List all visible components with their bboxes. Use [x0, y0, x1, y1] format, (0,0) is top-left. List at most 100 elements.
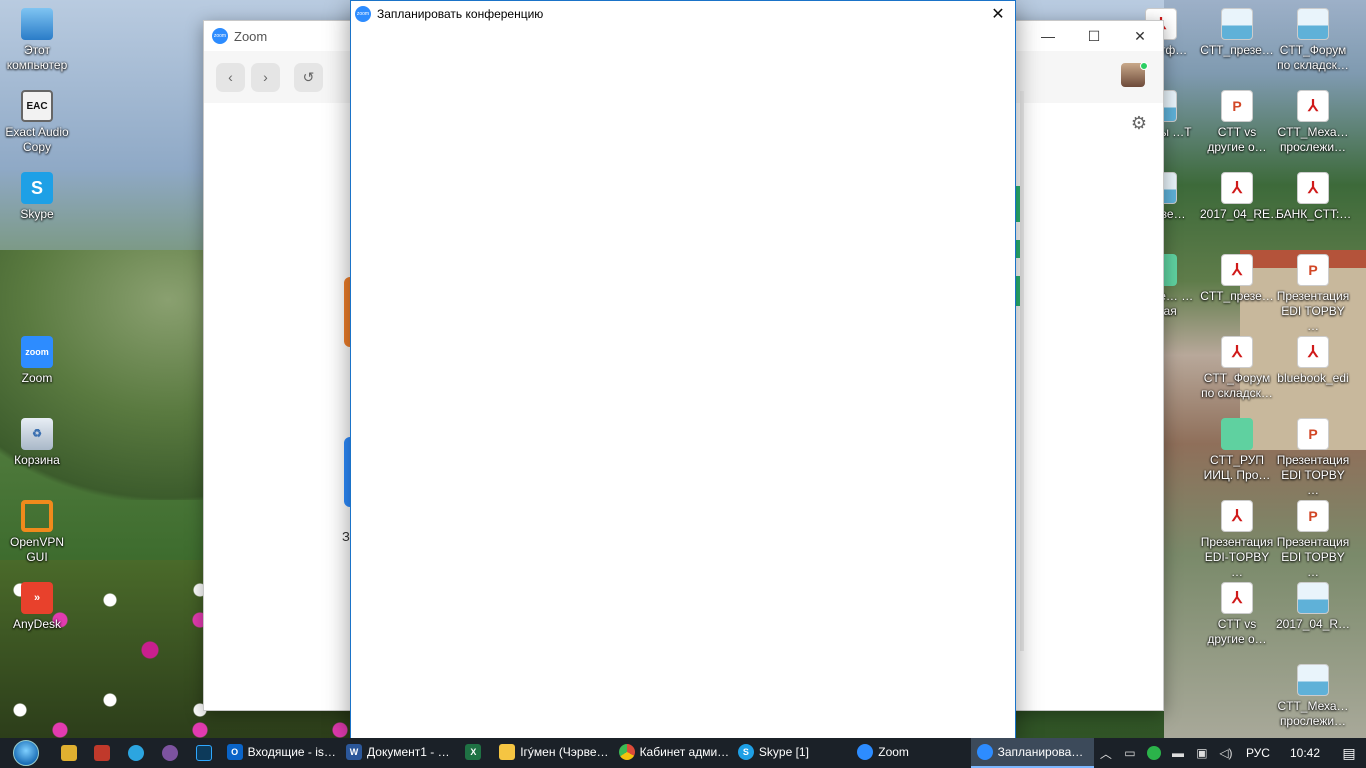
- desktop-icon-label: CTT vs другие о…: [1207, 125, 1267, 154]
- viber-icon: [161, 745, 178, 761]
- desktop-file-icon[interactable]: ⅄ 2017_04_RE…: [1200, 172, 1283, 222]
- desktop-icon-anydesk[interactable]: » AnyDesk: [0, 582, 74, 632]
- ppt-file-icon: P: [1297, 254, 1329, 286]
- taskbar-item-label: Skype [1]: [758, 745, 809, 759]
- online-status-icon: [1140, 62, 1148, 70]
- gear-icon[interactable]: ⚙: [1131, 113, 1147, 134]
- desktop-file-icon[interactable]: CTT_Форум по складск…: [1276, 8, 1350, 73]
- desktop-file-icon[interactable]: ⅄ Презентация EDI-TOPBY …: [1200, 500, 1274, 580]
- desktop-icon-label: CTT vs другие о…: [1207, 617, 1267, 646]
- taskbar-item-label: Zoom: [878, 745, 909, 759]
- taskbar-item-label: Кабинет адми…: [639, 745, 730, 759]
- quick-launch-item[interactable]: [85, 738, 119, 768]
- chevron-up-icon[interactable]: ︿: [1094, 738, 1118, 768]
- update-icon[interactable]: [1142, 738, 1166, 768]
- pdf-file-icon: ⅄: [1221, 500, 1253, 532]
- word-icon: W: [346, 744, 363, 760]
- quick-launch-item[interactable]: [119, 738, 153, 768]
- history-icon[interactable]: ↺: [294, 62, 323, 92]
- taskbar-item-excel[interactable]: X: [459, 738, 493, 768]
- desktop-file-icon[interactable]: CTT_Меха… прослежи…: [1276, 664, 1350, 729]
- quick-launch-item[interactable]: [153, 738, 187, 768]
- green-file-icon: [1221, 418, 1253, 450]
- close-button[interactable]: ✕: [1117, 21, 1163, 51]
- desktop-file-icon[interactable]: ⅄ CTT_презе…: [1200, 254, 1274, 304]
- desktop-file-icon[interactable]: P Презентация EDI TOPBY …: [1276, 254, 1350, 334]
- zoom-logo-icon: zoom: [355, 6, 371, 22]
- desktop-icon-skype[interactable]: S Skype: [0, 172, 74, 222]
- taskbar-item-word[interactable]: W Документ1 - …: [340, 738, 459, 768]
- system-tray: ︿ ▭ ▬ ▣ ◁) РУС 10:42 ▤: [1094, 738, 1366, 768]
- taskbar-item-label: Документ1 - …: [367, 745, 450, 759]
- image-file-icon: [1221, 8, 1253, 40]
- desktop-file-icon[interactable]: CTT_презе…: [1200, 8, 1274, 58]
- scrollbar[interactable]: [1020, 91, 1024, 651]
- desktop-icon-this-pc[interactable]: Этот компьютер: [0, 8, 74, 73]
- language-indicator[interactable]: РУС: [1238, 746, 1278, 760]
- maximize-button[interactable]: ☐: [1071, 21, 1117, 51]
- desktop-icon-recycle-bin[interactable]: ♻ Корзина: [0, 418, 74, 468]
- desktop-file-icon[interactable]: ⅄ CTT vs другие о…: [1200, 582, 1274, 647]
- taskbar-item-folder[interactable]: Ігýмен (Чэрве…: [493, 738, 612, 768]
- desktop-icon-zoom[interactable]: zoom Zoom: [0, 336, 74, 386]
- zoom-app-icon: zoom: [21, 336, 53, 368]
- quick-launch-item[interactable]: [187, 738, 221, 768]
- chrome-icon: [618, 744, 635, 760]
- desktop-file-icon[interactable]: ⅄ CTT_Меха… прослежи…: [1276, 90, 1350, 155]
- photoshop-icon: [195, 745, 212, 761]
- quick-launch-item[interactable]: [52, 738, 86, 768]
- desktop-icon-label: CTT_презе…: [1200, 289, 1274, 303]
- clock[interactable]: 10:42: [1278, 746, 1332, 760]
- zoom-icon: [976, 744, 993, 760]
- desktop-icon-label: CTT_презе…: [1200, 43, 1274, 57]
- close-icon[interactable]: ✕: [987, 4, 1009, 24]
- desktop-icon-label: bluebook_edi: [1277, 371, 1349, 385]
- skype-icon: S: [21, 172, 53, 204]
- ppt-file-icon: P: [1221, 90, 1253, 122]
- ppt-file-icon: P: [1297, 418, 1329, 450]
- desktop-file-icon[interactable]: P Презентация EDI TOPBY …: [1276, 418, 1350, 498]
- pdf-file-icon: ⅄: [1297, 172, 1329, 204]
- desktop-file-icon[interactable]: P Презентация EDI TOPBY …: [1276, 500, 1350, 580]
- image-file-icon: [1297, 664, 1329, 696]
- taskbar-item-zoom[interactable]: Zoom: [851, 738, 970, 768]
- network-devices-icon[interactable]: ▭: [1118, 738, 1142, 768]
- pdf-file-icon: ⅄: [1221, 172, 1253, 204]
- zoom-icon: [857, 744, 874, 760]
- taskbar-item-skype[interactable]: S Skype [1]: [732, 738, 851, 768]
- forward-arrow-icon[interactable]: ›: [251, 62, 280, 92]
- desktop-icon-label: AnyDesk: [12, 617, 62, 631]
- folder-icon: [499, 744, 516, 760]
- taskbar: O Входящие - is… W Документ1 - … X Ігýме…: [0, 738, 1366, 768]
- desktop-file-icon[interactable]: CTT_РУП ИИЦ. Про…: [1200, 418, 1274, 483]
- desktop-icon-openvpn[interactable]: OpenVPN GUI: [0, 500, 74, 565]
- calendar-app-icon: [94, 745, 111, 761]
- outlook-icon: O: [226, 744, 243, 760]
- desktop-file-icon[interactable]: ⅄ БАНК_CTT:…: [1276, 172, 1351, 222]
- desktop-icon-label: Презентация EDI TOPBY …: [1276, 289, 1350, 333]
- desktop-icon-label: Этот компьютер: [6, 43, 68, 72]
- desktop-file-icon[interactable]: P CTT vs другие о…: [1200, 90, 1274, 155]
- desktop-file-icon[interactable]: ⅄ CTT_Форум по складск…: [1200, 336, 1274, 401]
- notifications-icon[interactable]: ▤: [1332, 745, 1366, 762]
- taskbar-item-schedule-meeting[interactable]: Запланирова…: [970, 738, 1094, 768]
- window-title: Zoom: [234, 28, 268, 44]
- desktop-file-icon[interactable]: ⅄ bluebook_edi: [1276, 336, 1350, 386]
- desktop-icon-label: Zoom: [21, 371, 53, 385]
- ppt-file-icon: P: [1297, 500, 1329, 532]
- image-file-icon: [1297, 582, 1329, 614]
- back-arrow-icon[interactable]: ‹: [216, 62, 245, 92]
- minimize-button[interactable]: —: [1025, 21, 1071, 51]
- taskbar-item-chrome[interactable]: Кабинет адми…: [613, 738, 732, 768]
- desktop-icon-exact-audio-copy[interactable]: EAC Exact Audio Copy: [0, 90, 74, 155]
- desktop-file-icon[interactable]: 2017_04_R…: [1276, 582, 1350, 632]
- storage-icon[interactable]: ▬: [1166, 738, 1190, 768]
- dialog-titlebar[interactable]: zoom Запланировать конференцию: [351, 1, 1015, 27]
- taskbar-item-outlook[interactable]: O Входящие - is…: [221, 738, 340, 768]
- start-button[interactable]: [0, 738, 52, 768]
- network-icon[interactable]: ▣: [1190, 738, 1214, 768]
- desktop-icon-label: 2017_04_RE…: [1200, 207, 1283, 221]
- script-icon: [60, 745, 77, 761]
- volume-icon[interactable]: ◁): [1214, 738, 1238, 768]
- pdf-file-icon: ⅄: [1221, 254, 1253, 286]
